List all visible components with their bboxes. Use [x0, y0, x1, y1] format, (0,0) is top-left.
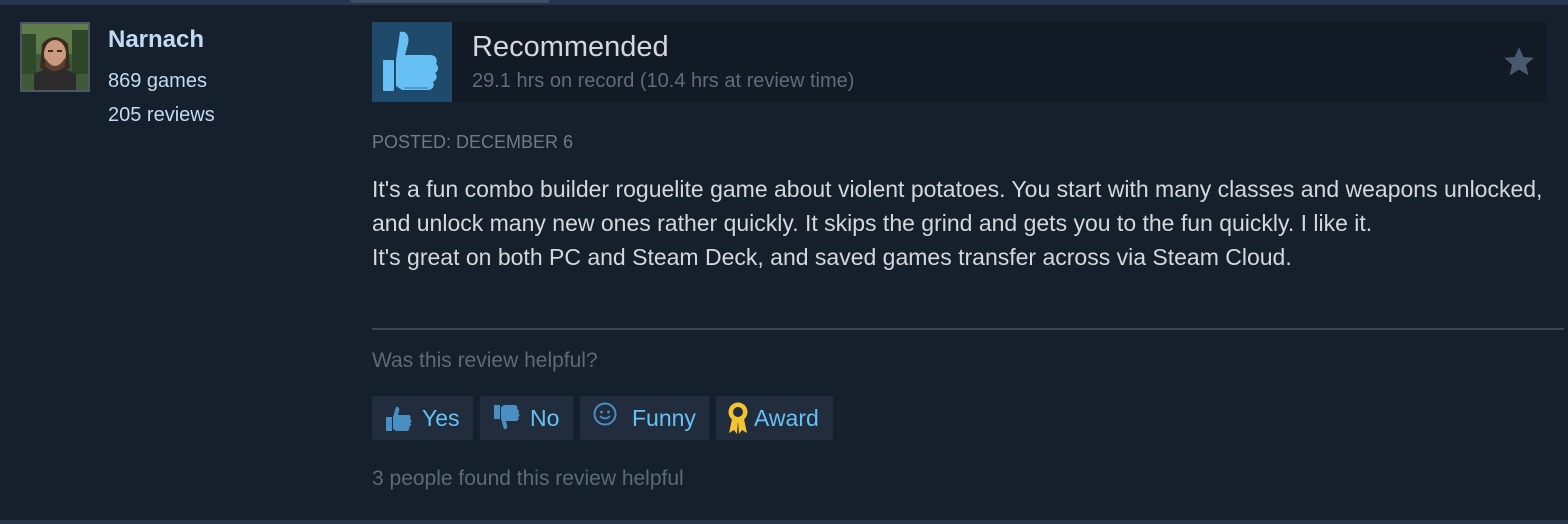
review-paragraph: It's great on both PC and Steam Deck, an… [372, 244, 1292, 270]
author-games-count[interactable]: 869 games [108, 70, 207, 93]
award-ribbon-icon [726, 401, 750, 435]
top-scroll-stub [350, 0, 550, 3]
vote-funny-button[interactable]: Funny [580, 396, 709, 440]
review-text: It's a fun combo builder roguelite game … [372, 172, 1552, 274]
favorite-star-button[interactable] [1501, 44, 1537, 80]
recommendation-header: Recommended 29.1 hrs on record (10.4 hrs… [372, 22, 1547, 102]
award-button[interactable]: Award [716, 396, 833, 440]
avatar[interactable] [20, 22, 90, 92]
top-border [0, 0, 1568, 5]
bottom-border [0, 520, 1568, 524]
review-card: Narnach 869 games 205 reviews Recommende… [0, 0, 1568, 524]
author-name[interactable]: Narnach [108, 26, 204, 54]
helpful-question: Was this review helpful? [372, 349, 598, 372]
divider [372, 328, 1564, 330]
verdict-thumbs-up-icon [372, 22, 452, 102]
avatar-image [22, 24, 88, 90]
star-icon [1504, 47, 1534, 76]
helpful-count: 3 people found this review helpful [372, 467, 684, 490]
playtime-hours: 29.1 hrs on record (10.4 hrs at review t… [472, 70, 855, 92]
vote-buttons: Yes No Funny Award [372, 396, 833, 440]
posted-date: POSTED: DECEMBER 6 [372, 132, 574, 152]
smiley-icon [592, 401, 618, 427]
thumbs-up-icon [383, 31, 439, 91]
vote-yes-button[interactable]: Yes [372, 396, 473, 440]
thumbs-up-icon [384, 404, 414, 432]
vote-no-button[interactable]: No [480, 396, 573, 440]
verdict-title[interactable]: Recommended [472, 31, 669, 64]
vote-funny-label: Funny [632, 404, 696, 431]
vote-no-label: No [530, 404, 560, 431]
review-paragraph: It's a fun combo builder roguelite game … [372, 176, 1543, 236]
author-reviews-count[interactable]: 205 reviews [108, 104, 215, 127]
vote-yes-label: Yes [422, 404, 460, 431]
thumbs-down-icon [492, 404, 522, 432]
award-label: Award [754, 404, 819, 431]
